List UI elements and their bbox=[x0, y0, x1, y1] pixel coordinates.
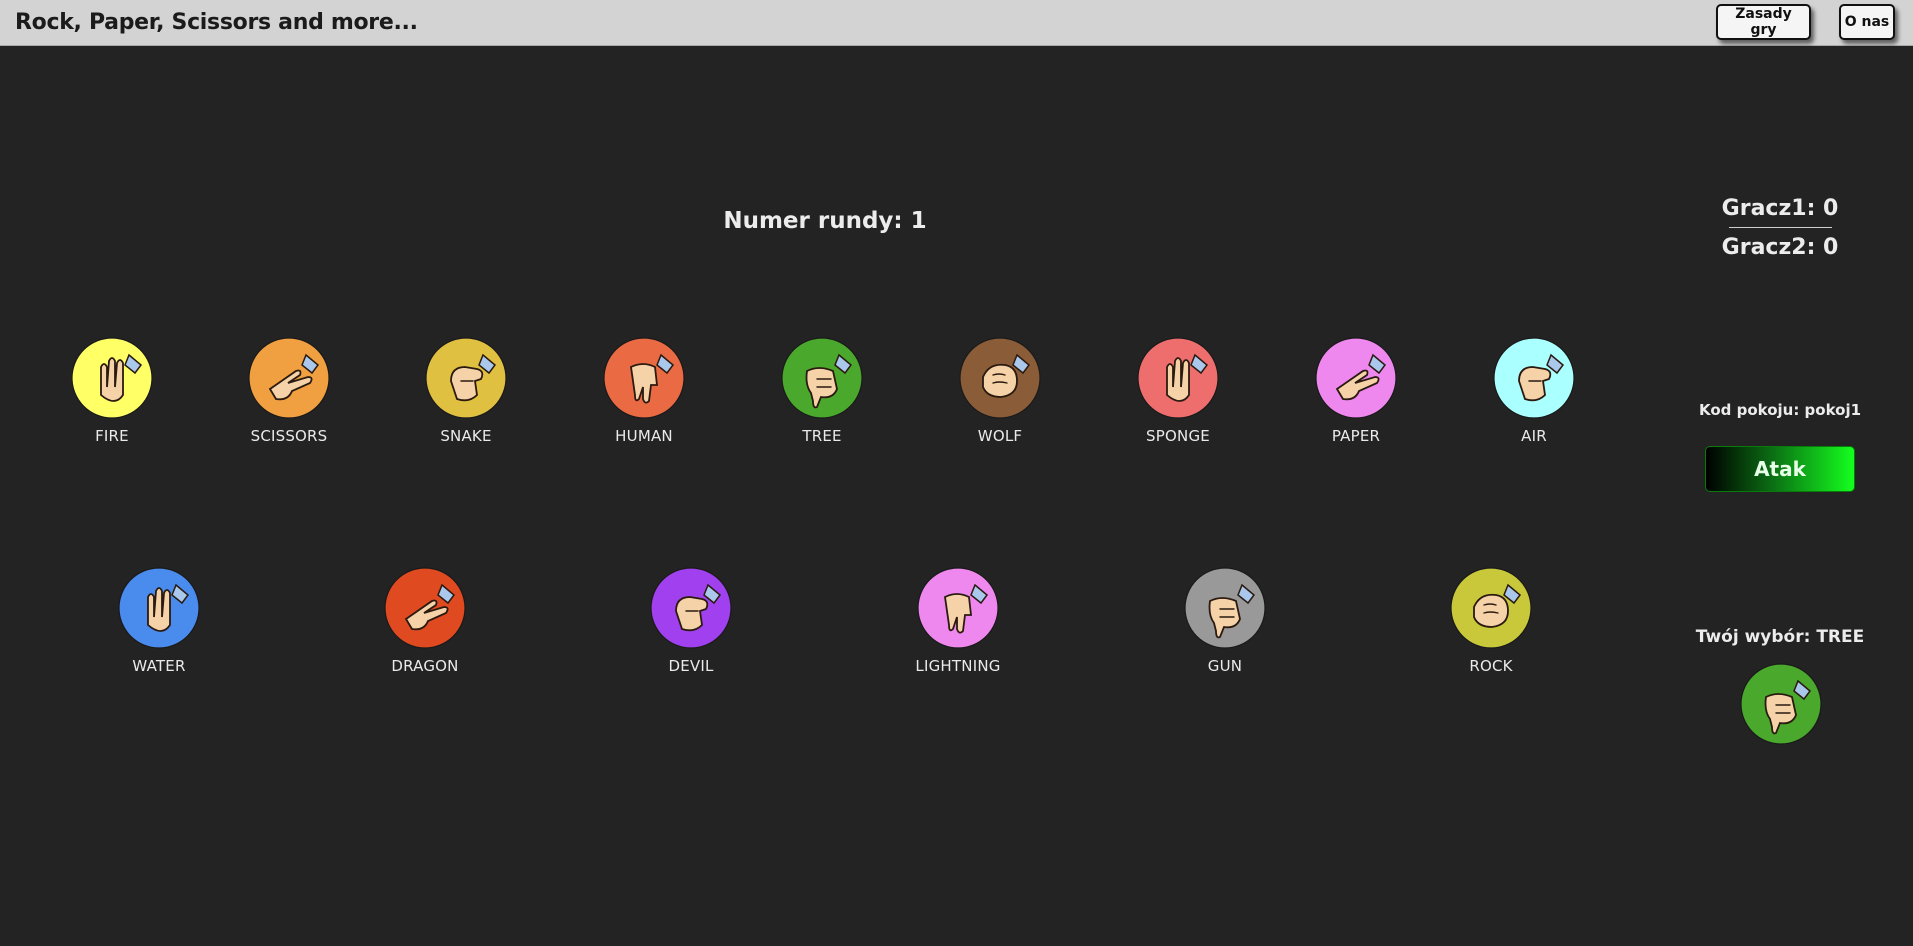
player2-score: Gracz2: 0 bbox=[1721, 235, 1839, 260]
room-code: Kod pokoju: pokoj1 bbox=[1698, 401, 1862, 419]
round-number: Numer rundy: 1 bbox=[723, 208, 927, 234]
app-title: Rock, Paper, Scissors and more... bbox=[15, 10, 418, 35]
choice-label: DRAGON bbox=[391, 657, 459, 675]
your-choice-icon bbox=[1740, 663, 1822, 745]
choice-scissors[interactable]: SCISSORS bbox=[229, 337, 349, 445]
fire-hand-icon bbox=[52, 337, 172, 419]
sponge-hand-icon bbox=[1118, 337, 1238, 419]
lightning-hand-icon bbox=[898, 567, 1018, 649]
score-divider bbox=[1729, 227, 1832, 228]
choice-label: WOLF bbox=[977, 427, 1023, 445]
choice-lightning[interactable]: LIGHTNING bbox=[898, 567, 1018, 675]
choice-label: DEVIL bbox=[668, 657, 714, 675]
choice-label: SNAKE bbox=[440, 427, 492, 445]
choice-gun[interactable]: GUN bbox=[1165, 567, 1285, 675]
choice-label: FIRE bbox=[95, 427, 129, 445]
dragon-hand-icon bbox=[365, 567, 485, 649]
paper-hand-icon bbox=[1296, 337, 1416, 419]
rock-hand-icon bbox=[1431, 567, 1551, 649]
water-hand-icon bbox=[99, 567, 219, 649]
player1-score: Gracz1: 0 bbox=[1721, 196, 1839, 221]
air-hand-icon bbox=[1474, 337, 1594, 419]
choice-dragon[interactable]: DRAGON bbox=[365, 567, 485, 675]
top-bar: Rock, Paper, Scissors and more... Zasady… bbox=[0, 0, 1913, 46]
choice-devil[interactable]: DEVIL bbox=[631, 567, 751, 675]
snake-hand-icon bbox=[406, 337, 526, 419]
choice-water[interactable]: WATER bbox=[99, 567, 219, 675]
choice-paper[interactable]: PAPER bbox=[1296, 337, 1416, 445]
choice-snake[interactable]: SNAKE bbox=[406, 337, 526, 445]
human-hand-icon bbox=[584, 337, 704, 419]
about-button[interactable]: O nas bbox=[1839, 4, 1895, 40]
tree-hand-icon bbox=[762, 337, 882, 419]
tree-hand-icon bbox=[1740, 663, 1822, 745]
choice-label: PAPER bbox=[1331, 427, 1381, 445]
devil-hand-icon bbox=[631, 567, 751, 649]
choice-label: TREE bbox=[802, 427, 842, 445]
choice-label: HUMAN bbox=[615, 427, 673, 445]
your-choice-label: Twój wybór: TREE bbox=[1695, 627, 1865, 647]
wolf-hand-icon bbox=[940, 337, 1060, 419]
choice-sponge[interactable]: SPONGE bbox=[1118, 337, 1238, 445]
choice-label: ROCK bbox=[1469, 657, 1513, 675]
attack-button[interactable]: Atak bbox=[1705, 446, 1855, 492]
choice-tree[interactable]: TREE bbox=[762, 337, 882, 445]
choice-fire[interactable]: FIRE bbox=[52, 337, 172, 445]
choice-label: SCISSORS bbox=[250, 427, 328, 445]
choice-label: LIGHTNING bbox=[915, 657, 1001, 675]
choice-label: SPONGE bbox=[1146, 427, 1210, 445]
choice-label: WATER bbox=[132, 657, 186, 675]
choice-human[interactable]: HUMAN bbox=[584, 337, 704, 445]
choice-label: AIR bbox=[1521, 427, 1547, 445]
choice-wolf[interactable]: WOLF bbox=[940, 337, 1060, 445]
gun-hand-icon bbox=[1165, 567, 1285, 649]
scissors-hand-icon bbox=[229, 337, 349, 419]
choice-label: GUN bbox=[1207, 657, 1243, 675]
rules-button[interactable]: Zasady gry bbox=[1716, 4, 1811, 40]
choice-rock[interactable]: ROCK bbox=[1431, 567, 1551, 675]
choice-air[interactable]: AIR bbox=[1474, 337, 1594, 445]
